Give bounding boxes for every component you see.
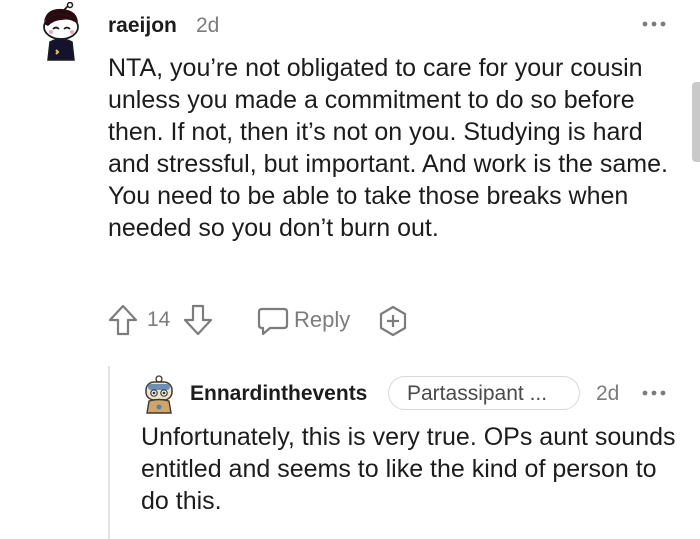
speech-bubble-icon	[256, 306, 290, 336]
award-icon	[379, 305, 407, 337]
comment-username[interactable]: raeijon	[108, 14, 177, 38]
reply-body: Unfortunately, this is very true. OPs au…	[141, 423, 676, 515]
upvote-button[interactable]	[108, 304, 138, 336]
more-options-icon	[642, 390, 666, 396]
downvote-arrow-icon	[183, 304, 213, 336]
reply-more-options-button[interactable]	[640, 383, 668, 403]
upvote-arrow-icon	[108, 304, 138, 336]
comment-actions: 14 Reply	[108, 302, 428, 342]
reply-button[interactable]: Reply	[256, 302, 366, 338]
comment-timestamp: 2d	[196, 14, 220, 37]
reply-username[interactable]: Ennardinthevents	[190, 382, 367, 406]
vote-score: 14	[147, 308, 171, 331]
award-button[interactable]	[376, 304, 410, 338]
scrollbar[interactable]	[692, 82, 700, 162]
reply-avatar[interactable]	[141, 374, 177, 414]
user-flair-badge[interactable]: Partassipant ...	[388, 376, 580, 410]
reply-timestamp: 2d	[596, 382, 620, 405]
more-options-icon	[642, 21, 666, 27]
more-options-button[interactable]	[640, 14, 668, 34]
user-avatar[interactable]	[36, 1, 86, 62]
snoo-avatar-icon	[43, 1, 79, 61]
downvote-button[interactable]	[183, 304, 213, 336]
reply-label: Reply	[294, 307, 351, 332]
snoo-avatar-icon	[145, 375, 173, 414]
thread-line[interactable]	[108, 366, 110, 539]
comment-body: NTA, you’re not obligated to care for yo…	[108, 54, 668, 242]
